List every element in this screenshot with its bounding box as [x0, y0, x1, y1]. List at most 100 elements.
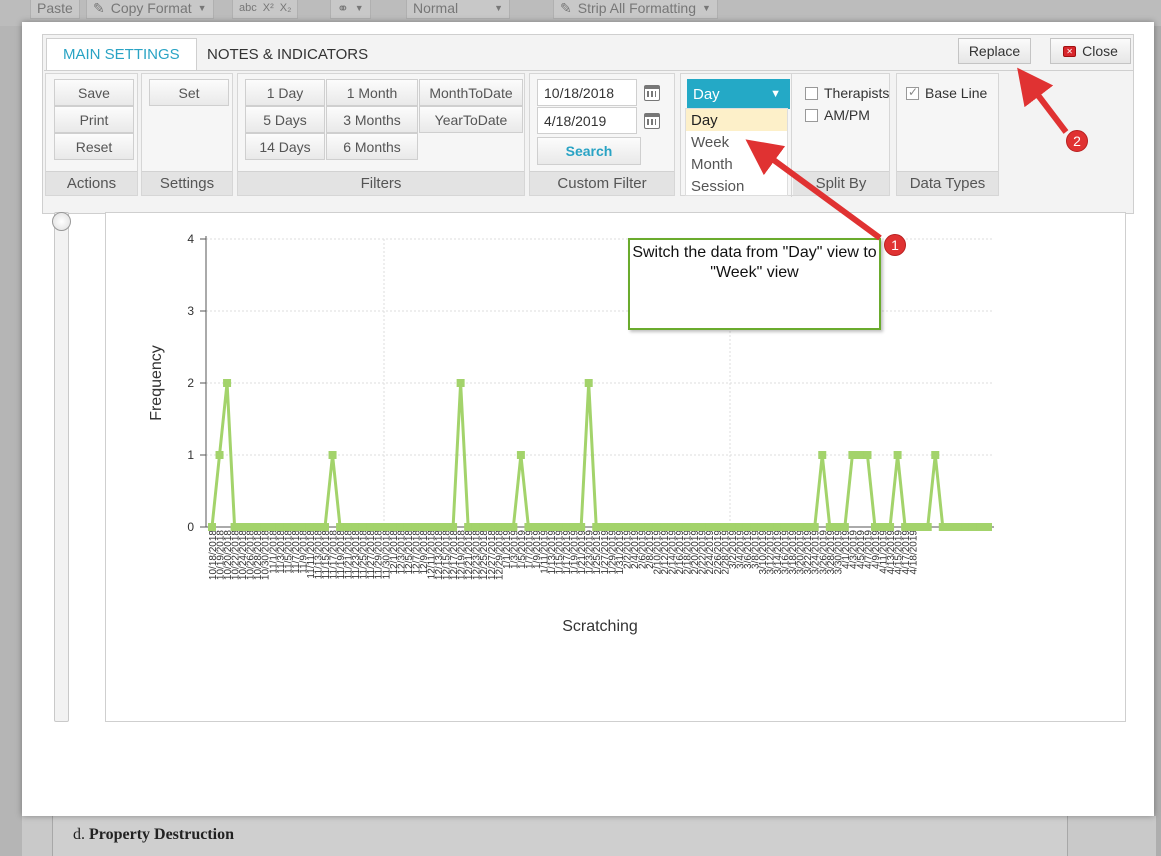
data-point [396, 523, 405, 531]
strip-formatting-label: Strip All Formatting [577, 0, 696, 16]
data-point [313, 523, 322, 531]
data-point [351, 523, 360, 531]
actions-group: Save Print Reset Actions [45, 73, 138, 196]
copy-format-button[interactable]: ✎ Copy Format ▼ [86, 0, 214, 19]
data-point [652, 523, 661, 531]
style-select[interactable]: Normal ▼ [406, 0, 510, 19]
strip-formatting-button[interactable]: ✎ Strip All Formatting ▼ [553, 0, 718, 19]
ribbon-container: MAIN SETTINGS NOTES & INDICATORS Replace… [42, 34, 1134, 214]
data-point [833, 523, 842, 531]
data-point [644, 523, 653, 531]
link-button[interactable]: ⚭ ▼ [330, 0, 371, 19]
data-point [336, 523, 345, 531]
data-point [388, 523, 397, 531]
data-point [757, 523, 766, 531]
option-session[interactable]: Session [686, 175, 787, 197]
option-day[interactable]: Day [686, 109, 787, 131]
close-button[interactable]: ✕ Close [1050, 38, 1131, 64]
tab-main-settings[interactable]: MAIN SETTINGS [46, 38, 197, 71]
brush-icon: ✎ [93, 0, 105, 16]
ampm-checkbox[interactable]: AM/PM [805, 107, 870, 123]
print-button[interactable]: Print [54, 106, 134, 133]
paste-button[interactable]: Paste [30, 0, 80, 19]
data-point [893, 451, 902, 459]
data-point [840, 523, 849, 531]
split-by-options: Day Week Month Session [685, 108, 788, 196]
calendar-icon[interactable] [644, 85, 660, 101]
filter-month-to-date[interactable]: MonthToDate [419, 79, 523, 106]
checkbox-box[interactable] [805, 86, 818, 100]
link-icon: ⚭ [337, 0, 349, 16]
filter-14-days[interactable]: 14 Days [245, 133, 325, 160]
data-point [946, 523, 955, 531]
data-point [494, 523, 503, 531]
data-point [908, 523, 917, 531]
data-point [667, 523, 676, 531]
reset-button[interactable]: Reset [54, 133, 134, 160]
data-point [750, 523, 759, 531]
option-week[interactable]: Week [686, 131, 787, 153]
chart-svg: 0123410/18/201810/19/201810/20/201810/22… [148, 232, 994, 635]
data-point [479, 523, 488, 531]
search-button[interactable]: Search [537, 137, 641, 165]
therapists-checkbox[interactable]: Therapists [805, 85, 889, 101]
therapists-label: Therapists [824, 85, 890, 101]
checkbox-box[interactable] [906, 85, 919, 100]
data-point [328, 451, 337, 459]
text-format-buttons[interactable]: abc X² X₂ [232, 0, 299, 19]
slider-handle[interactable] [52, 212, 71, 231]
save-button[interactable]: Save [54, 79, 134, 106]
data-point [629, 523, 638, 531]
data-point [660, 523, 669, 531]
data-point [501, 523, 510, 531]
chevron-down-icon: ▼ [770, 88, 781, 100]
filter-5-days[interactable]: 5 Days [245, 106, 325, 133]
filter-6-months[interactable]: 6 Months [326, 133, 418, 160]
baseline-checkbox[interactable]: Base Line [906, 85, 987, 101]
data-point [260, 523, 269, 531]
chevron-down-icon: ▼ [702, 3, 711, 13]
checkbox-box[interactable] [805, 108, 818, 122]
filter-1-day[interactable]: 1 Day [245, 79, 325, 106]
split-by-label: Split By [793, 171, 889, 195]
option-month[interactable]: Month [686, 153, 787, 175]
tab-notes-indicators[interactable]: NOTES & INDICATORS [191, 38, 384, 70]
replace-button[interactable]: Replace [958, 38, 1031, 64]
data-point [878, 523, 887, 531]
close-icon: ✕ [1063, 45, 1077, 57]
filter-1-month[interactable]: 1 Month [326, 79, 418, 106]
paste-label: Paste [37, 0, 73, 16]
divider [791, 74, 792, 197]
data-point [976, 523, 985, 531]
filter-3-months[interactable]: 3 Months [326, 106, 418, 133]
zoom-slider[interactable] [52, 212, 71, 722]
data-point [290, 523, 299, 531]
data-point [321, 523, 330, 531]
data-point [215, 451, 224, 459]
data-point [418, 523, 427, 531]
custom-filter-group: 10/18/2018 4/18/2019 Search Custom Filte… [529, 73, 675, 196]
data-point [803, 523, 812, 531]
filter-year-to-date[interactable]: YearToDate [419, 106, 523, 133]
data-point [870, 523, 879, 531]
split-by-selected: Day [693, 85, 720, 103]
split-by-dropdown[interactable]: Day ▼ [687, 79, 790, 109]
data-point [486, 523, 495, 531]
actions-label: Actions [46, 171, 137, 195]
data-point [547, 523, 556, 531]
end-date-field[interactable]: 4/18/2019 [537, 107, 637, 134]
annotation-callout: Switch the data from "Day" view to "Week… [628, 238, 881, 330]
data-point [599, 523, 608, 531]
data-point [795, 523, 804, 531]
data-point [358, 523, 367, 531]
close-label: Close [1082, 43, 1118, 59]
chevron-down-icon: ▼ [494, 3, 503, 13]
set-button[interactable]: Set [149, 79, 229, 106]
start-date-field[interactable]: 10/18/2018 [537, 79, 637, 106]
calendar-icon[interactable] [644, 113, 660, 129]
data-point [622, 523, 631, 531]
data-point [584, 379, 593, 387]
data-point [810, 523, 819, 531]
custom-filter-label: Custom Filter [530, 171, 674, 195]
data-point [441, 523, 450, 531]
